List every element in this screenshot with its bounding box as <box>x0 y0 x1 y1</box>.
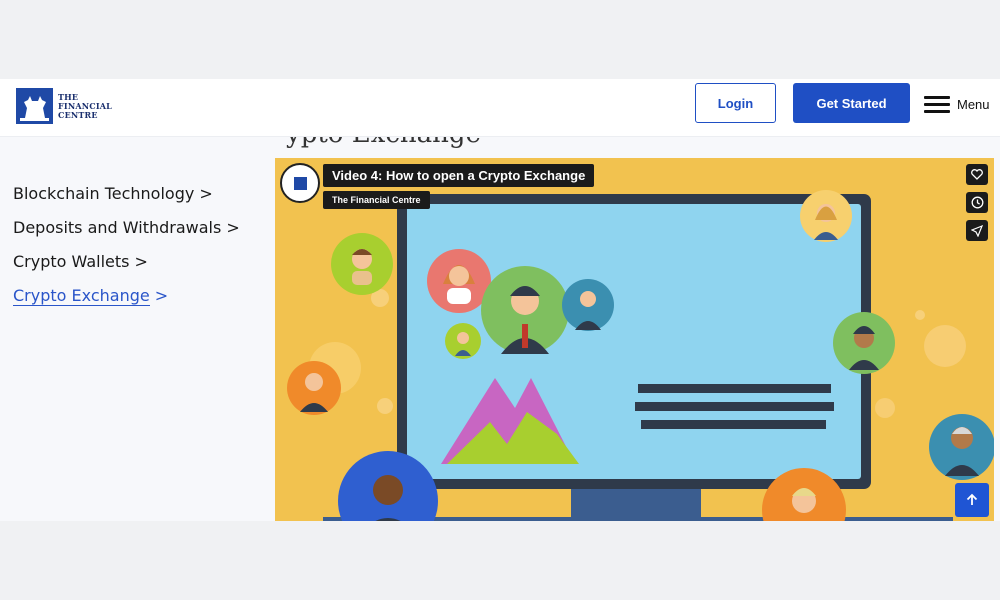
topic-sidebar: Blockchain Technology > Deposits and Wit… <box>13 183 240 319</box>
video-channel-name[interactable]: The Financial Centre <box>323 191 430 209</box>
channel-avatar[interactable] <box>280 163 320 203</box>
site-logo[interactable]: THE FINANCIAL CENTRE <box>16 86 116 126</box>
login-button[interactable]: Login <box>695 83 776 123</box>
channel-logo-icon <box>293 176 307 190</box>
bull-logo-icon <box>16 88 53 124</box>
video-title[interactable]: Video 4: How to open a Crypto Exchange <box>323 164 595 187</box>
sidebar-item-blockchain-technology[interactable]: Blockchain Technology > <box>13 183 240 217</box>
menu-label: Menu <box>957 96 990 112</box>
site-header: THE FINANCIAL CENTRE Login Get Started M… <box>0 79 1000 137</box>
share-icon[interactable] <box>966 220 988 241</box>
back-to-top-button[interactable] <box>955 483 989 517</box>
arrow-up-icon <box>966 493 978 505</box>
logo-line-3: CENTRE <box>58 109 98 120</box>
video-player[interactable]: Video 4: How to open a Crypto Exchange T… <box>275 158 994 521</box>
video-thumbnail-illustration <box>287 190 994 521</box>
heart-icon[interactable] <box>966 164 988 185</box>
clock-icon[interactable] <box>966 192 988 213</box>
page-viewport: ypto Exchange THE FINANCIAL CENTRE Login… <box>0 79 1000 521</box>
sidebar-item-deposits-and-withdrawals[interactable]: Deposits and Withdrawals > <box>13 217 240 251</box>
hamburger-icon <box>924 95 950 113</box>
get-started-button[interactable]: Get Started <box>793 83 910 123</box>
menu-button[interactable]: Menu <box>924 93 990 115</box>
sidebar-item-crypto-wallets[interactable]: Crypto Wallets > <box>13 251 240 285</box>
sidebar-item-crypto-exchange[interactable]: Crypto Exchange > <box>13 285 240 319</box>
logo-wordmark: THE FINANCIAL CENTRE <box>58 92 112 120</box>
